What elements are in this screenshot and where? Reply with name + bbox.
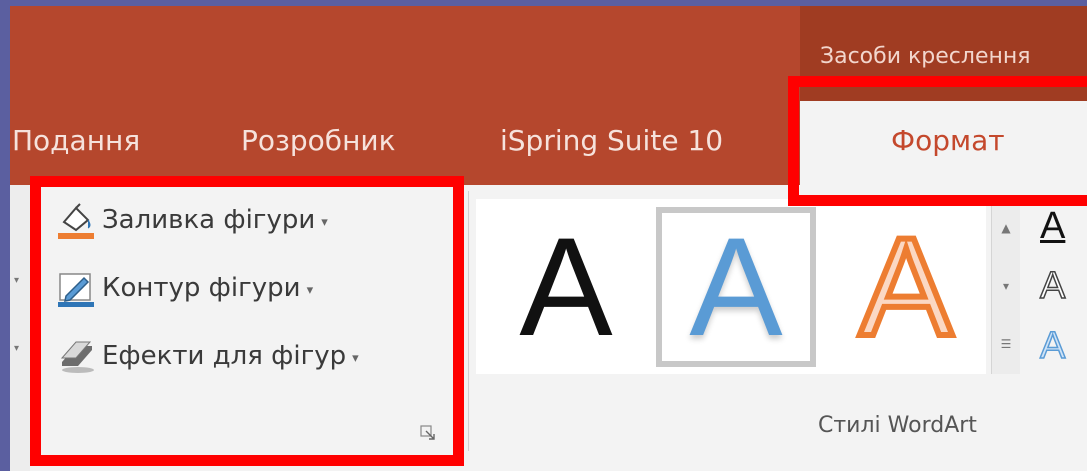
gallery-scrollbar: ▲ ▾ ☰ [991,199,1020,374]
dropdown-arrow-icon[interactable]: ▾ [14,275,19,286]
powerpoint-ribbon-screenshot: Засоби креслення Подання Розробник iSpri… [10,6,1087,471]
wordart-group-label: Стилі WordArt [818,413,977,438]
tab-view[interactable]: Подання [12,124,140,157]
dropdown-arrow-icon[interactable]: ▾ [14,343,19,354]
gallery-scroll-down-icon[interactable]: ▾ [992,257,1020,315]
wordart-style-plain-black[interactable]: A [486,207,646,367]
text-outline-button[interactable]: A [1039,264,1087,315]
highlight-shape-styles [30,176,464,466]
wordart-style-blue-shadow[interactable]: A [656,207,816,367]
text-fill-button[interactable]: A [1040,205,1087,255]
contextual-group-label: Засоби креслення [820,44,1031,69]
wordart-styles-gallery: A A A [476,199,986,374]
wordart-style-orange-outline[interactable]: A [826,207,986,367]
text-effects-button[interactable]: A [1039,324,1087,375]
tab-ispring-suite[interactable]: iSpring Suite 10 [500,124,723,157]
group-divider [468,191,469,451]
gallery-scroll-up-icon[interactable]: ▲ [992,199,1020,257]
tab-developer[interactable]: Розробник [241,124,396,157]
highlight-format-tab [788,76,1087,206]
gallery-more-icon[interactable]: ☰ [992,315,1020,373]
previous-group-edge: ▾ ▾ [10,185,30,471]
